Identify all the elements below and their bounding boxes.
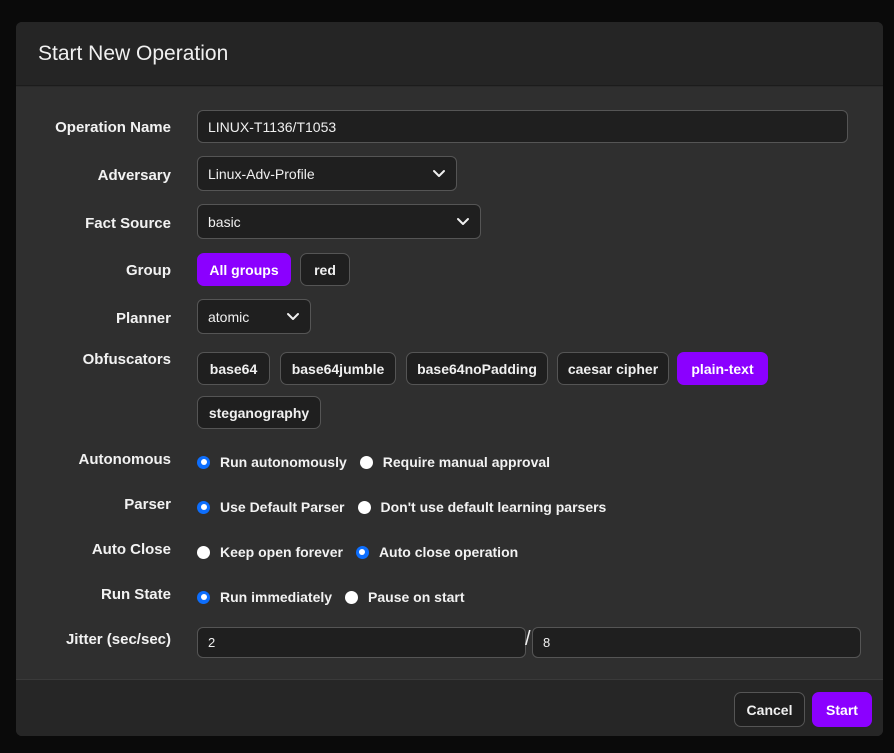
fact-source-value: basic [208, 213, 241, 230]
jitter-label: Jitter (sec/sec) [65, 631, 171, 648]
obfuscator-base64nopadding-button[interactable]: base64noPadding [406, 352, 548, 385]
radio-checked-icon [197, 455, 210, 469]
autonomous-radio-group: Run autonomously Require manual approval [197, 454, 550, 470]
use-default-parser-radio[interactable]: Use Default Parser [197, 499, 345, 515]
obfuscator-base64jumble-button[interactable]: base64jumble [280, 352, 396, 385]
fact-source-label: Fact Source [85, 215, 171, 232]
require-manual-approval-label: Require manual approval [382, 454, 551, 470]
parser-radio-group: Use Default Parser Don't use default lea… [197, 499, 606, 515]
fact-source-select[interactable]: basic [197, 204, 481, 239]
radio-checked-icon [197, 500, 210, 514]
auto-close-label: Auto Close [91, 541, 171, 558]
run-state-radio-group: Run immediately Pause on start [197, 589, 465, 605]
obfuscator-plain-text-button[interactable]: plain-text [677, 352, 768, 385]
planner-label: Planner [115, 310, 171, 327]
obfuscator-caesar-cipher-button[interactable]: caesar cipher [557, 352, 669, 385]
jitter-min-input[interactable] [197, 627, 526, 658]
operation-name-label: Operation Name [55, 119, 171, 136]
run-autonomously-label: Run autonomously [220, 454, 347, 470]
radio-unchecked-icon [197, 545, 210, 559]
keep-open-forever-radio[interactable]: Keep open forever [197, 544, 343, 560]
run-autonomously-radio[interactable]: Run autonomously [197, 454, 347, 470]
radio-unchecked-icon [357, 500, 371, 514]
no-default-parsers-label: Don't use default learning parsers [380, 499, 607, 515]
auto-close-radio-group: Keep open forever Auto close operation [197, 544, 518, 560]
run-immediately-radio[interactable]: Run immediately [197, 589, 332, 605]
require-manual-approval-radio[interactable]: Require manual approval [359, 454, 551, 470]
dialog-header: Start New Operation [16, 22, 883, 86]
chevron-down-icon [287, 312, 299, 320]
radio-unchecked-icon [345, 590, 359, 604]
start-button[interactable]: Start [812, 692, 872, 727]
group-all-groups-button[interactable]: All groups [197, 253, 291, 286]
operation-name-input[interactable] [197, 110, 848, 143]
adversary-select[interactable]: Linux-Adv-Profile [197, 156, 457, 191]
dialog-body: Operation Name Adversary Linux-Adv-Profi… [16, 87, 883, 680]
chevron-down-icon [433, 169, 445, 177]
pause-on-start-label: Pause on start [368, 589, 465, 605]
run-immediately-label: Run immediately [220, 589, 333, 605]
obfuscator-base64-button[interactable]: base64 [197, 352, 270, 385]
auto-close-operation-radio[interactable]: Auto close operation [355, 544, 519, 560]
obfuscator-steganography-button[interactable]: steganography [197, 396, 321, 429]
radio-unchecked-icon [359, 455, 373, 469]
radio-checked-icon [355, 545, 369, 559]
use-default-parser-label: Use Default Parser [220, 499, 345, 515]
cancel-button[interactable]: Cancel [734, 692, 805, 727]
no-default-parsers-radio[interactable]: Don't use default learning parsers [357, 499, 607, 515]
auto-close-operation-label: Auto close operation [378, 544, 519, 560]
group-red-button[interactable]: red [300, 253, 350, 286]
dialog-footer: Cancel Start [16, 679, 883, 736]
chevron-down-icon [457, 217, 469, 225]
adversary-label: Adversary [97, 167, 171, 184]
adversary-value: Linux-Adv-Profile [208, 165, 315, 182]
radio-checked-icon [197, 590, 210, 604]
keep-open-forever-label: Keep open forever [220, 544, 343, 560]
planner-select[interactable]: atomic [197, 299, 311, 334]
pause-on-start-radio[interactable]: Pause on start [345, 589, 465, 605]
autonomous-label: Autonomous [78, 451, 171, 468]
dialog-title: Start New Operation [38, 41, 229, 65]
start-operation-dialog: Start New Operation Operation Name Adver… [16, 22, 883, 736]
jitter-separator: / [525, 628, 531, 650]
jitter-max-input[interactable] [532, 627, 861, 658]
parser-label: Parser [124, 496, 171, 513]
group-label: Group [126, 262, 171, 279]
run-state-label: Run State [100, 586, 171, 603]
obfuscators-label: Obfuscators [82, 351, 171, 368]
planner-value: atomic [208, 308, 250, 325]
